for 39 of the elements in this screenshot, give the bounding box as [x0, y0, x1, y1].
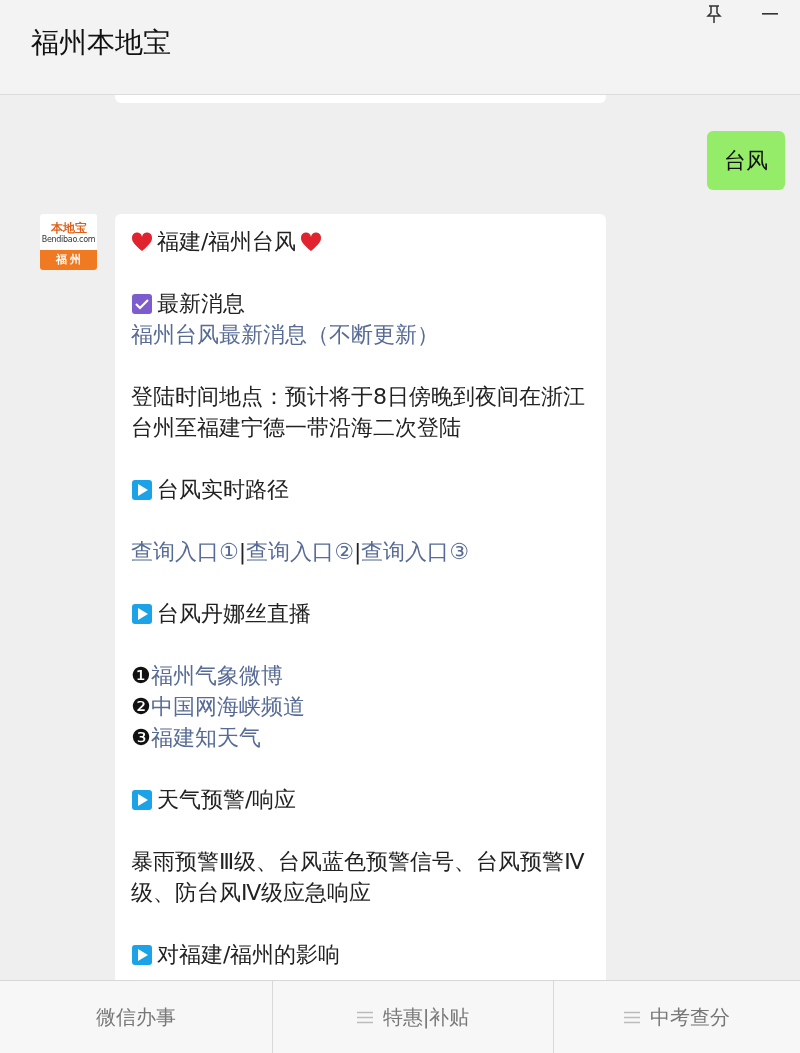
- paragraph-text: 暴雨预警Ⅲ级、台风蓝色预警信号、台风预警Ⅳ级、防台风Ⅳ级应急响应: [131, 848, 586, 907]
- paragraph-text: 登陆时间地点：预计将于8日傍晚到夜间在浙江台州至福建宁德一带沿海二次登陆: [131, 383, 586, 442]
- play-icon: [131, 788, 153, 811]
- section-heading: 福建/福州台风: [157, 228, 297, 256]
- site-text: Bendibao.com: [41, 234, 96, 244]
- heart-icon: [300, 231, 323, 252]
- article-link[interactable]: 查询入口③: [361, 536, 470, 567]
- minimize-icon[interactable]: [762, 12, 778, 16]
- section-heading: 台风实时路径: [157, 476, 289, 504]
- checkbox-icon: [131, 292, 153, 315]
- play-icon: [131, 478, 153, 501]
- pin-icon[interactable]: [706, 4, 722, 24]
- menu-tab[interactable]: 特惠|补贴: [272, 981, 553, 1053]
- window-title: 福州本地宝: [31, 25, 171, 61]
- article-link[interactable]: 福州气象微博: [150, 660, 283, 691]
- user-message: 台风: [707, 131, 785, 190]
- section-heading: 天气预警/响应: [157, 786, 297, 814]
- article-link[interactable]: 福州台风最新消息（不断更新）: [131, 319, 439, 350]
- number-marker: ❶: [131, 662, 151, 690]
- heart-icon: [131, 231, 153, 252]
- article-link[interactable]: 福建知天气: [150, 722, 261, 753]
- article-link[interactable]: 中国网海峡频道: [150, 691, 305, 722]
- logo-text: 本地宝: [50, 220, 87, 235]
- article-link[interactable]: 查询入口②: [246, 536, 354, 567]
- number-marker: ❷: [131, 693, 151, 721]
- menu-tab[interactable]: 微信办事: [0, 981, 272, 1053]
- city-label: 福 州: [40, 250, 97, 270]
- section-heading: 台风丹娜丝直播: [157, 600, 311, 628]
- menu-tab[interactable]: 中考查分: [553, 981, 800, 1053]
- section-heading: 最新消息: [157, 290, 245, 318]
- separator: |: [238, 538, 247, 567]
- section-heading: 对福建/福州的影响: [157, 941, 341, 969]
- article-link[interactable]: 查询入口①: [131, 536, 239, 567]
- play-icon: [131, 602, 153, 625]
- play-icon: [131, 943, 153, 966]
- menu-icon: [624, 1010, 640, 1024]
- menu-icon: [356, 1010, 373, 1024]
- separator: |: [353, 538, 362, 567]
- number-marker: ❸: [131, 724, 151, 752]
